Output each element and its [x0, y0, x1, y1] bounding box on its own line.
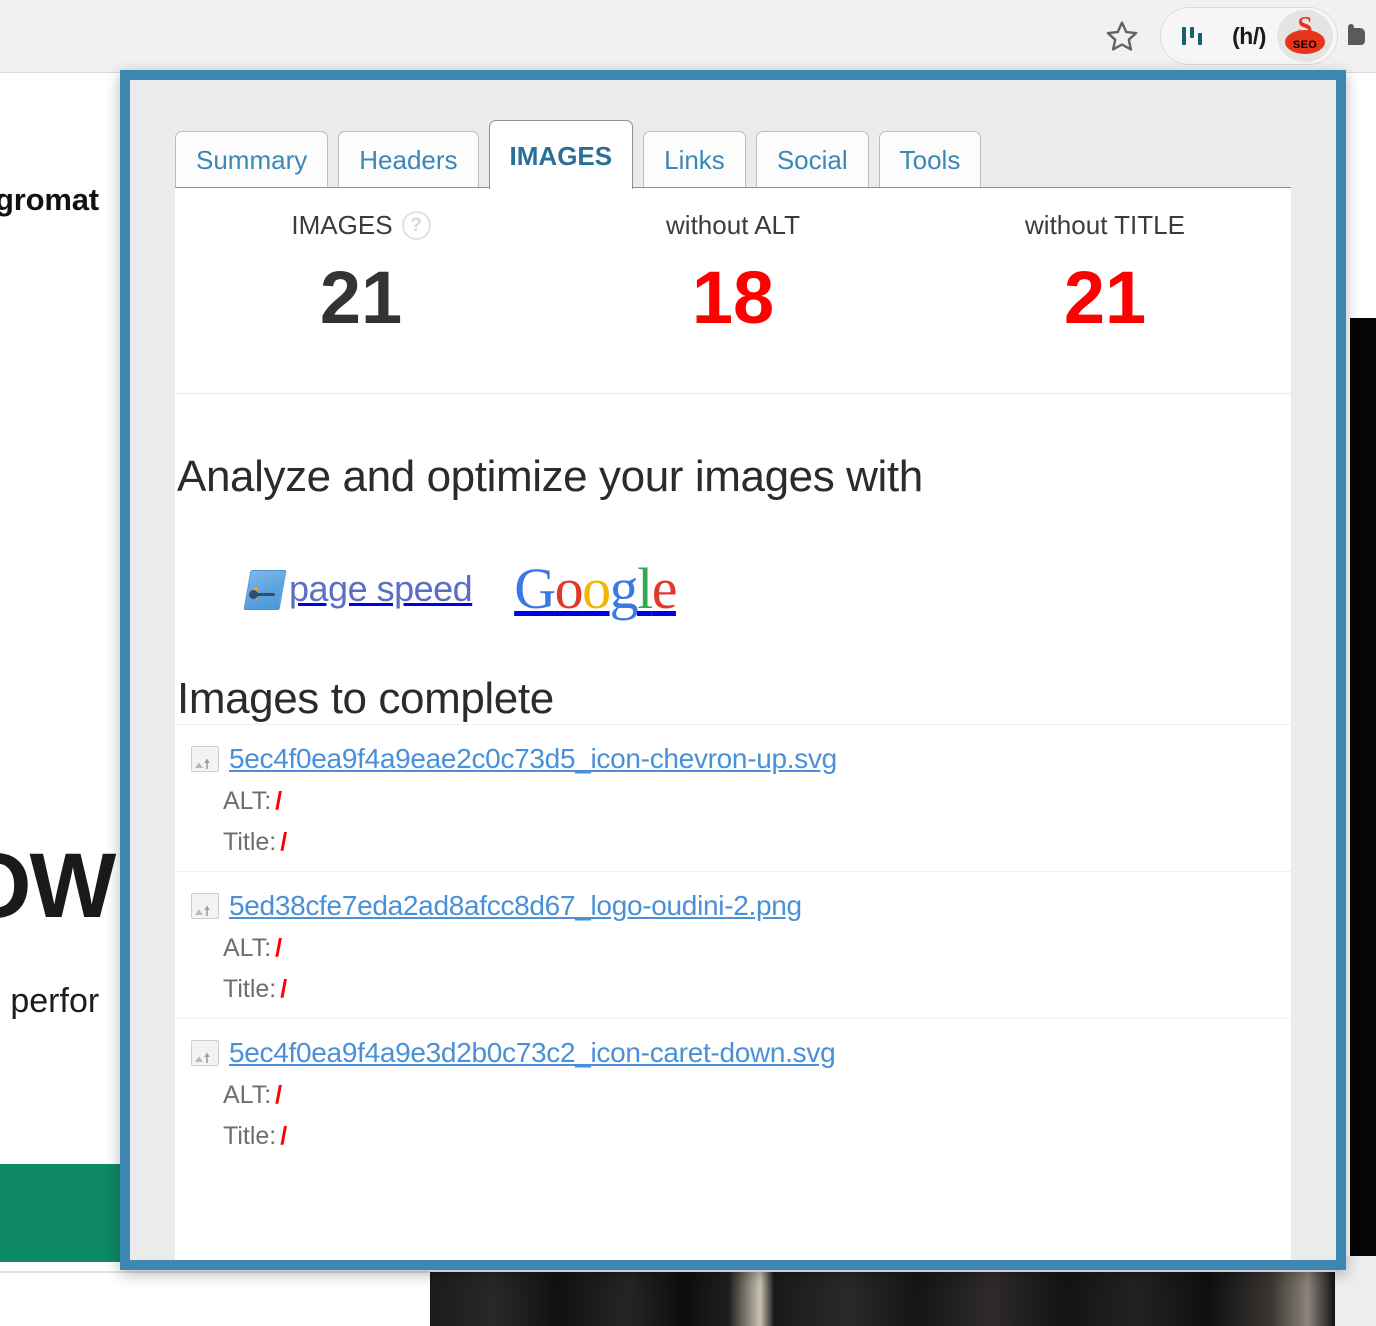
star-icon[interactable]: [1094, 8, 1150, 64]
extensions-group: (h/) S SEO: [1160, 7, 1338, 65]
pagespeed-label: page speed: [289, 568, 473, 609]
stat-without-title: without TITLE 21: [919, 210, 1291, 335]
background-photo-bottom: [430, 1272, 1335, 1326]
list-item: 5ec4f0ea9f4a9e3d2b0c73c2_icon-caret-down…: [175, 1018, 1291, 1165]
image-title-row: Title: /: [175, 1122, 1291, 1151]
image-alt-row: ALT: /: [175, 787, 1291, 816]
list-item: 5ec4f0ea9f4a9eae2c0c73d5_icon-chevron-up…: [175, 724, 1291, 871]
image-alt-value: /: [275, 787, 283, 815]
broken-image-icon: [191, 1040, 219, 1066]
google-letter-e: e: [651, 556, 678, 621]
google-letter-g2: g: [609, 556, 639, 621]
stat-without-alt-label: without ALT: [666, 210, 800, 240]
image-title-value: /: [280, 828, 288, 856]
google-letter-l: l: [637, 556, 653, 621]
background-text-top: egromat: [0, 182, 99, 217]
stat-images-label: IMAGES: [291, 210, 393, 240]
background-cta-button[interactable]: [0, 1164, 128, 1262]
tab-links[interactable]: Links: [643, 131, 746, 188]
image-filename-link[interactable]: 5ec4f0ea9f4a9eae2c0c73d5_icon-chevron-up…: [229, 743, 837, 775]
image-stats-row: IMAGES ? 21 without ALT 18 without TITLE…: [175, 188, 1291, 335]
seo-badge-label: SEO: [1292, 39, 1318, 51]
image-filename-link[interactable]: 5ec4f0ea9f4a9e3d2b0c73c2_icon-caret-down…: [229, 1037, 836, 1069]
image-title-label: Title:: [223, 1122, 277, 1150]
toolbar-right-actions: (h/) S SEO: [1094, 0, 1376, 72]
seo-extension-icon[interactable]: S SEO: [1277, 10, 1333, 62]
pagespeed-link[interactable]: page speed: [239, 568, 473, 610]
image-title-row: Title: /: [175, 975, 1291, 1004]
image-alt-row: ALT: /: [175, 934, 1291, 963]
stat-images: IMAGES ? 21: [175, 210, 547, 335]
tab-headers-label: Headers: [359, 145, 458, 176]
image-alt-label: ALT:: [223, 787, 272, 815]
stat-without-title-value: 21: [1063, 256, 1147, 339]
analyze-section-title: Analyze and optimize your images with: [177, 452, 923, 501]
tab-social-label: Social: [776, 145, 848, 176]
popup-tabbar: Summary Headers IMAGES Links Social Tool…: [130, 80, 1336, 189]
stat-without-title-label: without TITLE: [1025, 210, 1185, 240]
tab-links-label: Links: [664, 145, 725, 176]
image-name-row: 5ec4f0ea9f4a9e3d2b0c73c2_icon-caret-down…: [175, 1037, 1291, 1069]
background-text-middle: e perfor: [0, 982, 100, 1020]
image-title-label: Title:: [223, 828, 277, 856]
tab-tools[interactable]: Tools: [878, 131, 982, 188]
image-title-row: Title: /: [175, 828, 1291, 857]
image-filename-link[interactable]: 5ed38cfe7eda2ad8afcc8d67_logo-oudini-2.p…: [229, 890, 802, 922]
images-list-title: Images to complete: [177, 674, 554, 723]
google-letter-o2: o: [582, 556, 611, 621]
image-title-value: /: [280, 975, 288, 1003]
image-alt-label: ALT:: [223, 1081, 272, 1109]
background-photo-right: [1350, 318, 1376, 1326]
tab-tools-label: Tools: [899, 145, 961, 176]
google-letter-o1: o: [554, 556, 584, 621]
tab-social[interactable]: Social: [755, 131, 869, 188]
tab-headers[interactable]: Headers: [338, 131, 479, 188]
image-alt-row: ALT: /: [175, 1081, 1291, 1110]
analyze-logos-row: page speed Google: [175, 502, 1291, 618]
background-divider: [0, 1271, 430, 1273]
image-alt-value: /: [275, 934, 283, 962]
seo-badge: S SEO: [1285, 13, 1325, 56]
background-heading: OW: [0, 835, 116, 937]
image-alt-label: ALT:: [223, 934, 272, 962]
partial-extension-icon[interactable]: [1342, 8, 1376, 64]
tab-images-label: IMAGES: [509, 141, 613, 172]
image-name-row: 5ed38cfe7eda2ad8afcc8d67_logo-oudini-2.p…: [175, 890, 1291, 922]
seo-extension-popup: Summary Headers IMAGES Links Social Tool…: [120, 70, 1346, 1270]
stat-images-value: 21: [319, 256, 403, 339]
broken-image-icon: [191, 746, 219, 772]
analytics-bars-icon[interactable]: [1165, 10, 1221, 62]
list-item: 5ed38cfe7eda2ad8afcc8d67_logo-oudini-2.p…: [175, 871, 1291, 1018]
stat-without-alt-value: 18: [691, 256, 775, 339]
google-letter-g1: G: [514, 556, 556, 621]
h-slash-icon-label: (h/): [1232, 22, 1266, 49]
images-tab-panel: IMAGES ? 21 without ALT 18 without TITLE…: [175, 187, 1291, 1260]
tab-images[interactable]: IMAGES: [488, 120, 634, 189]
tab-summary[interactable]: Summary: [175, 131, 329, 188]
stat-images-label-wrap: IMAGES ?: [291, 210, 431, 241]
help-icon[interactable]: ?: [401, 211, 431, 240]
popup-inner: Summary Headers IMAGES Links Social Tool…: [130, 80, 1336, 1260]
broken-image-icon: [191, 893, 219, 919]
h-slash-icon[interactable]: (h/): [1221, 10, 1277, 62]
stat-without-alt: without ALT 18: [547, 210, 919, 335]
pagespeed-icon: [239, 568, 287, 610]
image-alt-value: /: [275, 1081, 283, 1109]
image-name-row: 5ec4f0ea9f4a9eae2c0c73d5_icon-chevron-up…: [175, 743, 1291, 775]
image-title-value: /: [280, 1122, 288, 1150]
google-link[interactable]: Google: [514, 560, 677, 618]
browser-toolbar: (h/) S SEO: [0, 0, 1376, 73]
image-title-label: Title:: [223, 975, 277, 1003]
tab-summary-label: Summary: [196, 145, 308, 176]
